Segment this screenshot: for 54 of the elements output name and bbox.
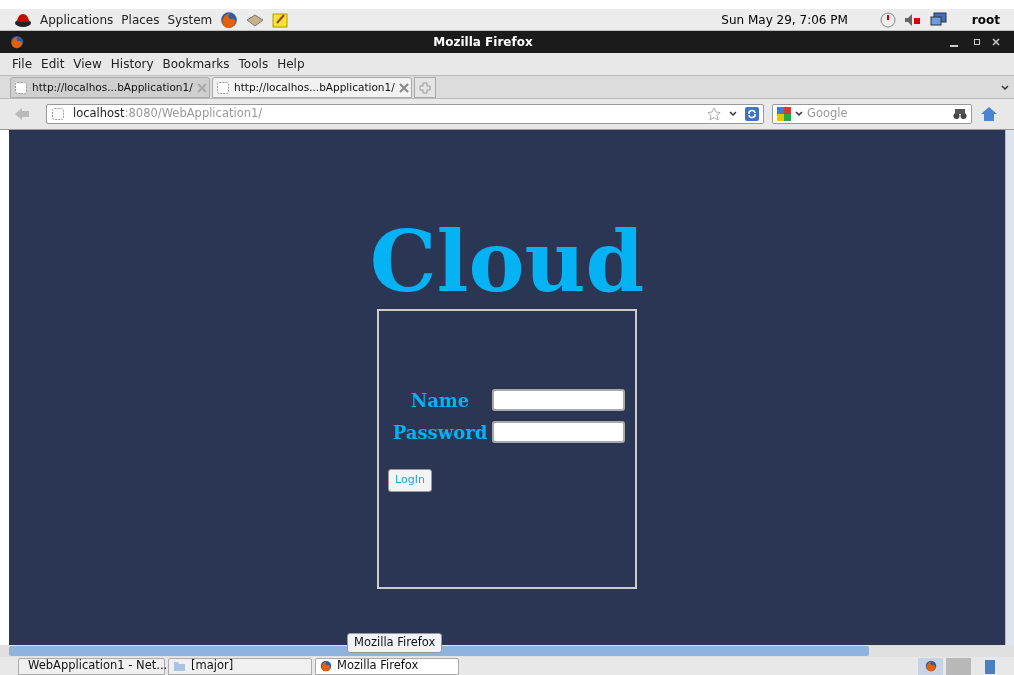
taskbar-item[interactable]: Mozilla Firefox bbox=[315, 657, 459, 675]
menu-item[interactable]: Edit bbox=[41, 55, 65, 73]
trash-icon[interactable] bbox=[984, 658, 996, 674]
chevron-down-icon[interactable] bbox=[795, 110, 803, 118]
clock[interactable]: Sun May 29, 7:06 PM bbox=[721, 10, 848, 29]
search-bar[interactable]: Google bbox=[772, 104, 972, 124]
network-icon bbox=[929, 11, 948, 28]
taskbar-item[interactable]: [major] bbox=[168, 657, 312, 675]
vertical-scrollbar[interactable] bbox=[1005, 130, 1014, 645]
tooltip: Mozilla Firefox bbox=[347, 633, 443, 653]
page-icon bbox=[51, 107, 65, 121]
plus-icon bbox=[419, 81, 431, 94]
binoculars-icon[interactable] bbox=[953, 108, 967, 120]
panel-menu[interactable]: Applications bbox=[40, 10, 114, 29]
star-icon[interactable] bbox=[707, 107, 721, 121]
horizontal-scrollbar[interactable] bbox=[0, 645, 1014, 657]
chevron-down-icon[interactable] bbox=[729, 110, 737, 118]
hat-icon bbox=[14, 11, 32, 28]
browser-icon bbox=[10, 35, 24, 49]
page-heading: Cloud bbox=[369, 222, 645, 302]
menu-item[interactable]: File bbox=[12, 55, 33, 73]
note-icon[interactable] bbox=[272, 11, 289, 28]
menu-item[interactable]: History bbox=[110, 55, 154, 73]
browser-icon bbox=[220, 10, 239, 29]
address-field[interactable]: localhost:8080/WebApplication1/ bbox=[46, 104, 764, 124]
panel-menu[interactable]: System bbox=[167, 10, 213, 29]
window-title: Mozilla Firefox bbox=[432, 34, 534, 51]
field-label: Name bbox=[409, 388, 471, 413]
maximize-icon[interactable] bbox=[974, 39, 980, 45]
text-field[interactable] bbox=[492, 389, 625, 411]
browser-icon bbox=[924, 660, 937, 672]
browser-icon bbox=[320, 660, 332, 672]
chevron-down-icon[interactable] bbox=[1000, 83, 1010, 93]
menu-item[interactable]: Tools bbox=[238, 55, 269, 73]
text-field[interactable] bbox=[492, 421, 625, 443]
taskbar-item[interactable]: WebApplication1 - Net... bbox=[18, 657, 165, 675]
browser-tab[interactable]: http://localhos...bApplication1/ bbox=[10, 77, 210, 98]
page-icon bbox=[216, 80, 230, 95]
panel-menu[interactable]: Places bbox=[121, 10, 160, 29]
page-icon bbox=[14, 80, 28, 95]
folder-icon bbox=[173, 660, 186, 672]
field-label: Password bbox=[391, 420, 489, 445]
user-name[interactable]: root bbox=[971, 10, 1000, 29]
reload-icon[interactable] bbox=[745, 107, 759, 121]
home-icon[interactable] bbox=[980, 106, 998, 122]
search-input[interactable]: Google bbox=[807, 105, 949, 123]
close-icon[interactable] bbox=[992, 38, 1000, 46]
browser-tab[interactable]: http://localhos...bApplication1/ bbox=[212, 77, 412, 98]
new-tab-button[interactable] bbox=[414, 77, 436, 98]
google-logo-icon bbox=[777, 107, 791, 121]
workspace-switcher[interactable] bbox=[946, 657, 971, 675]
menu-item[interactable]: Bookmarks bbox=[162, 55, 230, 73]
menu-item[interactable]: View bbox=[73, 55, 102, 73]
menu-item[interactable]: Help bbox=[277, 55, 305, 73]
